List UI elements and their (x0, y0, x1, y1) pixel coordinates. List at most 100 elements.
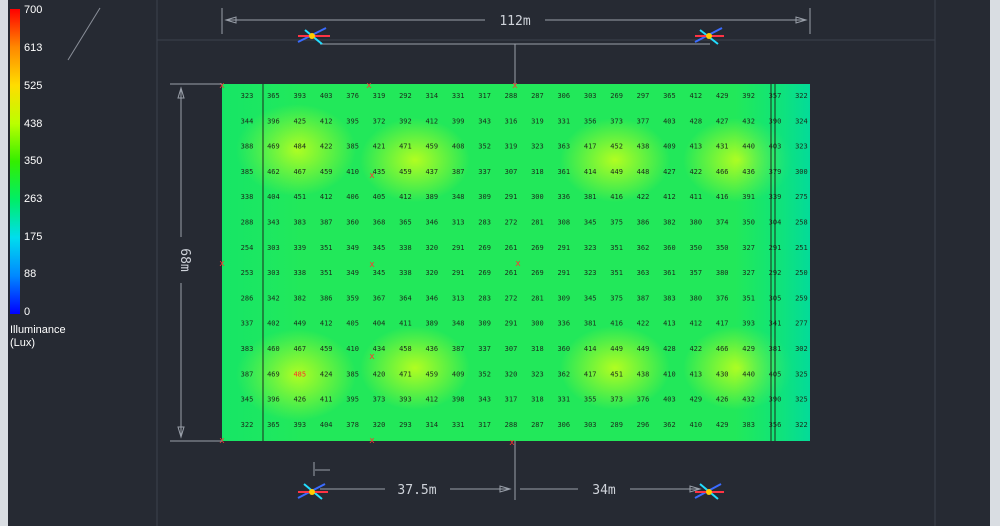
grid-value-label: 378 (346, 421, 359, 429)
grid-value-label: 357 (769, 92, 782, 100)
grid-value-label: 452 (610, 143, 623, 151)
grid-value-label: 318 (531, 168, 544, 176)
grid-value-label: 429 (716, 421, 729, 429)
grid-value-label: 404 (320, 421, 333, 429)
grid-value-label: 388 (241, 143, 254, 151)
grid-value-label: 325 (795, 396, 808, 404)
point-marker: x (369, 171, 375, 181)
grid-value-label: 449 (610, 168, 623, 176)
grid-value-label: 319 (505, 143, 518, 151)
grid-value-label: 436 (742, 168, 755, 176)
corner-marker: x (219, 81, 225, 91)
grid-value-label: 436 (425, 345, 438, 353)
grid-value-label: 351 (610, 244, 623, 252)
grid-value-label: 303 (584, 92, 597, 100)
grid-value-label: 308 (557, 219, 570, 227)
grid-value-label: 351 (610, 269, 623, 277)
grid-value-label: 365 (267, 92, 280, 100)
grid-value-label: 413 (663, 320, 676, 328)
grid-value-label: 291 (452, 269, 465, 277)
grid-value-label: 314 (425, 92, 438, 100)
grid-value-label: 306 (557, 92, 570, 100)
grid-value-label: 307 (505, 345, 518, 353)
grid-value-label: 261 (505, 269, 518, 277)
grid-value-label: 368 (373, 219, 386, 227)
grid-value-label: 448 (637, 168, 650, 176)
grid-value-label: 341 (769, 320, 782, 328)
grid-value-label: 375 (610, 219, 623, 227)
grid-value-label: 391 (742, 193, 755, 201)
grid-value-label: 393 (399, 396, 412, 404)
grid-value-label: 393 (742, 320, 755, 328)
grid-value-label: 291 (505, 193, 518, 201)
grid-value-label: 303 (584, 421, 597, 429)
grid-value-label: 322 (795, 421, 808, 429)
grid-value-label: 355 (584, 396, 597, 404)
grid-value-label: 409 (452, 370, 465, 378)
grid-value-label: 392 (399, 117, 412, 125)
grid-value-label: 414 (584, 345, 597, 353)
grid-value-label: 396 (267, 117, 280, 125)
grid-value-label: 469 (267, 143, 280, 151)
grid-value-label: 313 (452, 294, 465, 302)
grid-value-label: 389 (425, 320, 438, 328)
grid-value-label: 381 (584, 193, 597, 201)
grid-value-label: 408 (452, 143, 465, 151)
grid-value-label: 385 (241, 168, 254, 176)
grid-value-label: 339 (293, 244, 306, 252)
grid-value-label: 387 (241, 370, 254, 378)
grid-value-label: 403 (320, 92, 333, 100)
light-pole-bottom-left[interactable] (297, 483, 328, 500)
grid-value-label: 331 (557, 117, 570, 125)
grid-value-label: 422 (689, 168, 702, 176)
grid-value-label: 320 (505, 370, 518, 378)
grid-value-label: 387 (637, 294, 650, 302)
grid-value-label: 291 (505, 320, 518, 328)
grid-value-label: 385 (346, 143, 359, 151)
grid-value-label: 373 (610, 396, 623, 404)
grid-value-label: 416 (610, 320, 623, 328)
grid-value-label: 323 (795, 143, 808, 151)
grid-value-label: 437 (425, 168, 438, 176)
grid-value-label: 363 (637, 269, 650, 277)
grid-value-label: 412 (689, 92, 702, 100)
grid-value-label: 327 (742, 269, 755, 277)
light-pole-top-right[interactable] (694, 27, 724, 45)
light-pole-top-left[interactable] (297, 27, 330, 45)
grid-value-label: 343 (267, 219, 280, 227)
grid-value-label: 352 (478, 370, 491, 378)
grid-value-label: 317 (478, 92, 491, 100)
grid-value-label: 272 (505, 219, 518, 227)
grid-value-label: 426 (716, 396, 729, 404)
grid-value-label: 372 (373, 117, 386, 125)
grid-value-label: 440 (742, 143, 755, 151)
grid-value-label: 362 (663, 421, 676, 429)
grid-value-label: 313 (452, 219, 465, 227)
grid-value-label: 409 (663, 143, 676, 151)
grid-value-label: 269 (610, 92, 623, 100)
grid-value-label: 412 (399, 193, 412, 201)
grid-value-label: 306 (557, 421, 570, 429)
grid-value-label: 403 (769, 143, 782, 151)
grid-value-label: 317 (505, 396, 518, 404)
light-pole-bottom-right[interactable] (694, 483, 724, 500)
grid-value-label: 449 (637, 345, 650, 353)
grid-value-label: 403 (663, 396, 676, 404)
layout-drawing: 323 365 393 403 376 319 292 314 331 317 288 287 306 3… (67, 0, 936, 526)
grid-value-label: 350 (742, 219, 755, 227)
grid-value-label: 484 (293, 143, 306, 151)
grid-value-label: 412 (425, 396, 438, 404)
grid-value-label: 287 (531, 92, 544, 100)
grid-value-label: 387 (320, 219, 333, 227)
grid-value-label: 459 (399, 168, 412, 176)
grid-value-label: 413 (689, 370, 702, 378)
lighting-layout-view: 700 613 525 438 350 263 175 88 0 Illumin… (0, 0, 1000, 526)
grid-value-label: 449 (610, 345, 623, 353)
grid-value-label: 288 (505, 92, 518, 100)
grid-value-label: 412 (320, 193, 333, 201)
grid-value-label: 430 (716, 370, 729, 378)
grid-value-label: 426 (293, 396, 306, 404)
grid-value-label: 402 (267, 320, 280, 328)
grid-value-label: 466 (716, 345, 729, 353)
grid-value-label: 250 (795, 269, 808, 277)
